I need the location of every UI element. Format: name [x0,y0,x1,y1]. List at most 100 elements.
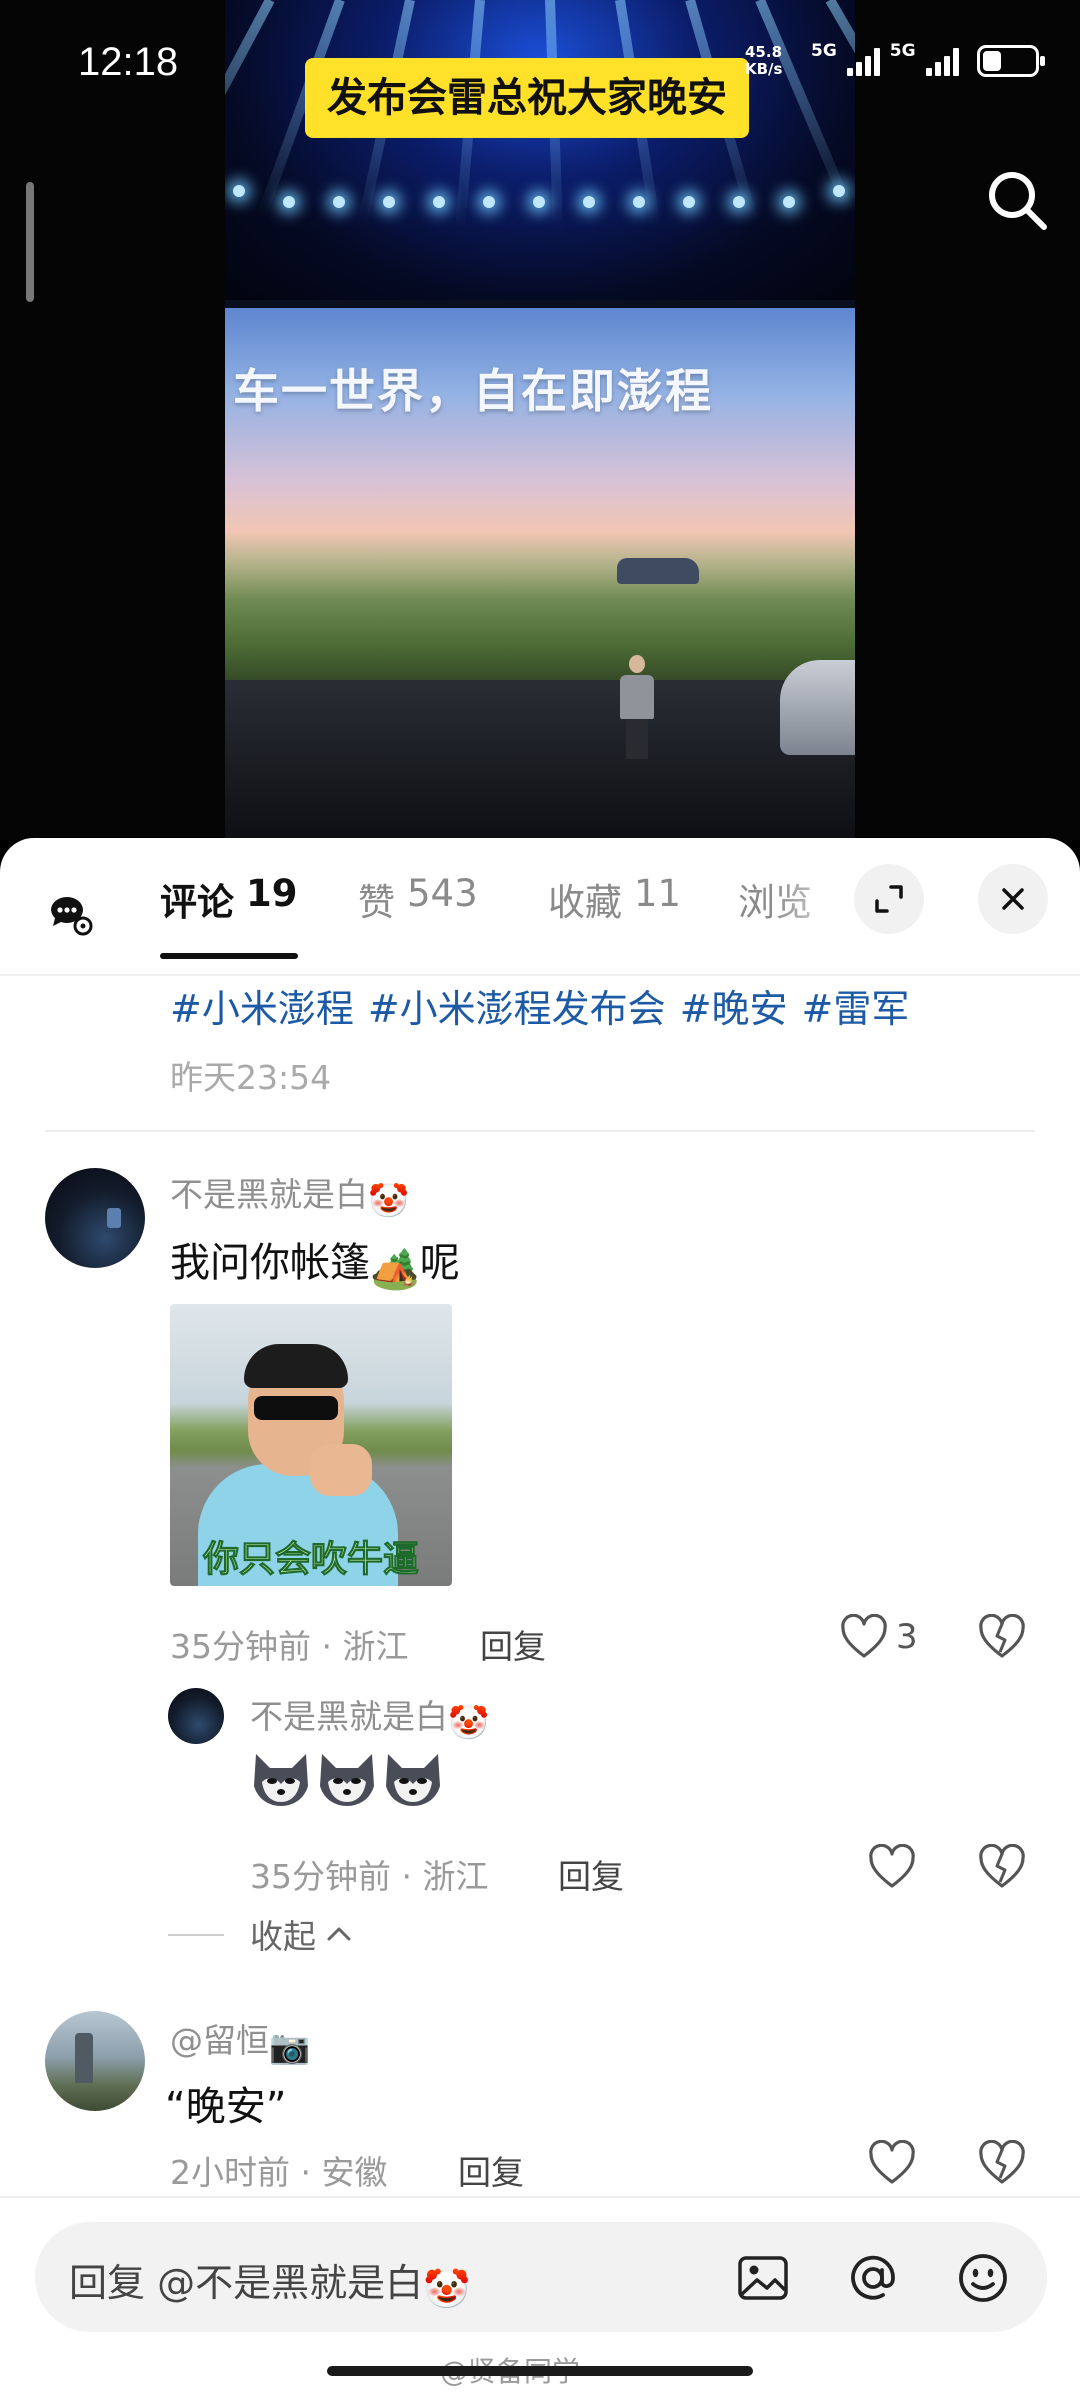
network-speed: 45.8 KB/s [745,44,801,78]
tab-likes-count: 543 [407,872,478,915]
dislike-button[interactable] [978,1844,1026,1890]
divider [45,1130,1035,1132]
emoji-button[interactable] [955,2250,1011,2306]
comment-settings-button[interactable] [45,890,93,938]
close-icon [1002,888,1024,910]
expand-button[interactable] [854,864,924,934]
comment-sticker-image[interactable]: 你只会吹牛逼 [170,1304,452,1586]
reply-button[interactable]: 回复 [480,1620,546,1668]
collapse-divider [168,1934,224,1936]
tab-favorites-label: 收藏 [548,881,622,924]
husky-emoji [386,1754,440,1806]
tab-bar: 评论 19 赞 543 收藏 11 浏览 [0,838,1080,976]
image-button[interactable] [735,2250,791,2306]
comment-time-location: 35分钟前 · 浙江 [170,1627,409,1666]
username-text: @留恒 [170,2021,269,2060]
post-hashtags: #小米澎程 #小米澎程发布会 #晚安 #雷军 [170,978,923,1033]
comment-text-part: 我问你帐篷 [170,1240,370,1286]
tab-favorites[interactable]: 收藏 11 [548,872,681,942]
avatar[interactable] [45,1168,145,1268]
dislike-button[interactable] [978,1614,1026,1660]
status-indicators: 45.8 KB/s 5G 5G [745,36,1045,86]
network-speed-value: 45.8 [745,43,783,61]
comment-settings-icon [51,897,93,936]
like-count: 3 [896,1617,918,1657]
collapse-replies-button[interactable]: 收起 [250,1910,354,1958]
tab-comments-label: 评论 [160,881,234,924]
image-icon [738,2256,788,2300]
mention-button[interactable] [845,2250,901,2306]
reply-sticker-row [250,1750,448,1818]
hashtag-link[interactable]: #雷军 [802,987,910,1031]
chevron-up-icon [327,1927,351,1941]
reply-input[interactable]: 回复 @不是黑就是白🤡 [35,2222,1047,2332]
comment-text-part: 呢 [419,1240,460,1286]
placeholder-text: 回复 @不是黑就是白 [69,2261,424,2305]
signal-icon-2 [925,46,959,76]
like-button[interactable]: 3 [840,1614,918,1660]
video-title-badge: 发布会雷总祝大家晚安 [305,58,749,138]
tab-comments[interactable]: 评论 19 [160,872,298,959]
post-time: 昨天23:54 [170,1058,332,1097]
car-image-small [617,558,699,584]
comment-username[interactable]: 不是黑就是白🤡 [170,1168,409,1221]
hashtag-link[interactable]: #晚安 [680,987,788,1031]
video-player[interactable]: 车一世界，自在即澎程 发布会雷总祝大家晚安 12:18 45.8 KB/s 5G… [0,0,1080,840]
reply-button[interactable]: 回复 [558,1850,624,1898]
sticker-caption: 你只会吹牛逼 [202,1539,419,1581]
like-button[interactable] [868,1844,916,1890]
hashtag-link[interactable]: #小米澎程 [170,987,354,1031]
clown-emoji: 🤡 [423,2267,471,2311]
broken-heart-icon [979,1614,1025,1658]
username-text: 不是黑就是白 [250,1697,448,1736]
broken-heart-icon [979,2140,1025,2184]
status-time: 12:18 [78,40,179,84]
husky-emoji [320,1754,374,1806]
broken-heart-icon [979,1844,1025,1888]
expand-icon [875,885,903,913]
comment-sheet: 评论 19 赞 543 收藏 11 浏览 #小米澎 [0,838,1080,2400]
heart-icon [869,2140,915,2184]
heart-icon [869,1844,915,1888]
reply-button[interactable]: 回复 [458,2146,524,2194]
collapse-label: 收起 [250,1917,316,1956]
comment-username[interactable]: @留恒📷 [170,2014,310,2067]
home-indicator[interactable] [327,2366,753,2376]
search-button[interactable] [982,165,1054,237]
reply-username[interactable]: 不是黑就是白🤡 [250,1690,489,1743]
car-on-stage [780,660,855,755]
smiley-icon [959,2254,1007,2302]
tab-likes-label: 赞 [358,881,395,924]
network-type-1: 5G [811,41,837,61]
husky-emoji [254,1754,308,1806]
heart-icon [841,1614,887,1658]
side-drag-handle[interactable] [26,182,34,302]
tab-comments-count: 19 [246,872,298,915]
avatar[interactable] [45,2011,145,2111]
close-button[interactable] [978,864,1048,934]
reply-time-location: 35分钟前 · 浙江 [250,1857,489,1896]
comment-text: 我问你帐篷🏕️呢 [170,1230,460,1292]
reply-input-placeholder: 回复 @不是黑就是白🤡 [69,2252,470,2312]
stage-floor [225,680,855,840]
like-button[interactable] [868,2140,916,2186]
hashtag-link[interactable]: #小米澎程发布会 [368,987,666,1031]
tent-emoji: 🏕️ [370,1246,420,1292]
network-type-2: 5G [889,41,916,61]
battery-icon [976,45,1045,77]
comment-time-location: 2小时前 · 安徽 [170,2153,388,2192]
tab-likes[interactable]: 赞 543 [358,872,478,942]
clown-emoji: 🤡 [368,1181,410,1220]
at-icon [851,2255,895,2300]
dislike-button[interactable] [978,2140,1026,2186]
presenter-figure [620,655,654,760]
tab-favorites-count: 11 [634,872,682,915]
comment-text: “晚安” [165,2084,287,2130]
search-icon [989,172,1047,230]
signal-icon [846,46,880,76]
camera-emoji: 📷 [269,2027,311,2066]
reply-input-bar: 回复 @不是黑就是白🤡 @贤备同学 [0,2196,1080,2400]
reply-avatar[interactable] [168,1688,224,1744]
screen-slogan: 车一世界，自在即澎程 [233,364,713,418]
username-text: 不是黑就是白 [170,1175,368,1214]
